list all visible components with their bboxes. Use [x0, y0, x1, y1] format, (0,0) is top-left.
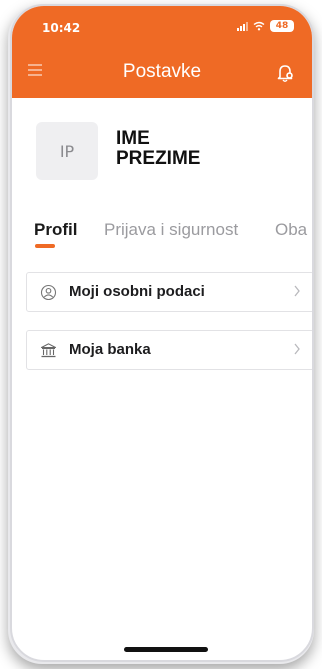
signal-icon [237, 21, 248, 31]
menu-item-moja-banka[interactable]: Moja banka [26, 330, 312, 370]
tab-profil[interactable]: Profil [34, 220, 78, 248]
profile-first-name: IME [116, 128, 150, 149]
tab-label: Prijava i sigurnost [104, 220, 239, 239]
menu-item-osobni-podaci[interactable]: Moji osobni podaci [26, 272, 312, 312]
wifi-icon [253, 21, 265, 31]
user-circle-icon [40, 284, 57, 301]
chevron-right-icon [294, 285, 300, 297]
chevron-right-icon [294, 343, 300, 355]
page-title: Postavke [122, 61, 202, 82]
active-tab-indicator [35, 244, 55, 248]
nav-bar: Postavke [12, 54, 312, 88]
bell-icon[interactable] [274, 62, 296, 84]
status-icons: 48 [237, 20, 294, 32]
status-time: 10:42 [42, 21, 81, 35]
profile-last-name: PREZIME [116, 148, 201, 169]
tab-label: Profil [34, 220, 78, 239]
bank-icon [40, 343, 57, 358]
tab-label: Oba [275, 220, 308, 239]
app-header: 10:42 48 Postavke [12, 6, 312, 98]
profile-name: IME PREZIME [116, 129, 236, 169]
tab-oba[interactable]: Oba [275, 220, 307, 240]
home-indicator[interactable] [124, 647, 208, 652]
phone-frame: 10:42 48 Postavke IP IME PREZIME Profil … [10, 4, 314, 662]
avatar[interactable]: IP [36, 122, 98, 180]
battery-icon: 48 [270, 20, 294, 32]
status-bar: 10:42 48 [12, 6, 312, 42]
tab-prijava-i-sigurnost[interactable]: Prijava i sigurnost [104, 220, 238, 240]
menu-item-label: Moja banka [69, 341, 151, 358]
menu-item-label: Moji osobni podaci [69, 283, 205, 300]
